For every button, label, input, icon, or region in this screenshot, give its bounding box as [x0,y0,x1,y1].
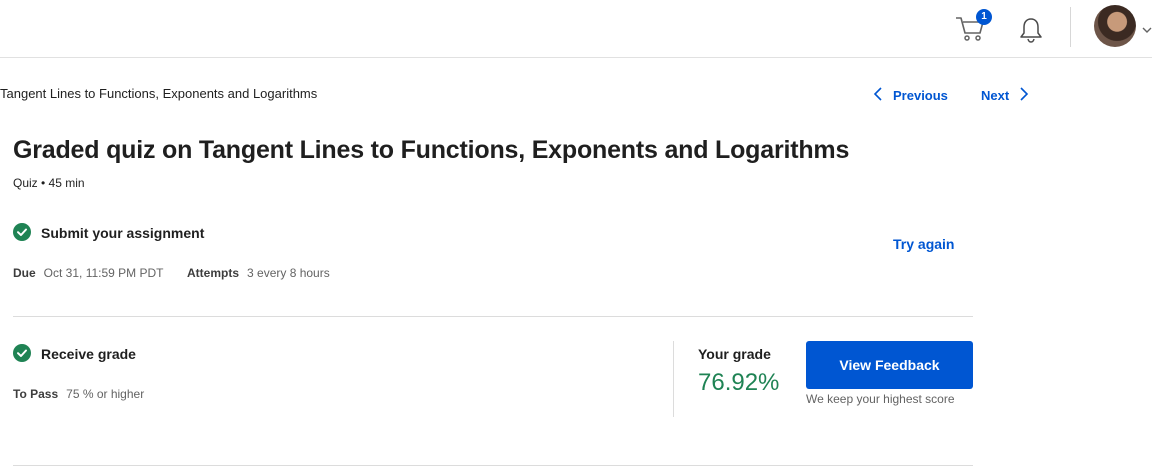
top-navigation-bar: 1 [0,0,1152,58]
attempts-info: Attempts 3 every 8 hours [187,266,330,280]
due-value: Oct 31, 11:59 PM PDT [43,266,164,280]
avatar[interactable] [1094,5,1136,47]
chevron-right-icon [1019,86,1029,105]
bell-icon[interactable] [1018,16,1044,44]
try-again-link[interactable]: Try again [893,236,954,252]
previous-label: Previous [893,88,948,103]
cart-count-badge: 1 [976,9,992,25]
attempts-value: 3 every 8 hours [247,266,330,280]
to-pass-label: To Pass [13,387,59,401]
page-title: Graded quiz on Tangent Lines to Function… [13,136,850,164]
next-button[interactable]: Next [981,86,1029,105]
next-label: Next [981,88,1010,103]
attempts-label: Attempts [187,266,240,280]
grade-value: 76.92% [698,369,780,396]
your-grade-label: Your grade [698,346,771,362]
grade-divider [673,341,674,417]
header-divider [1070,7,1071,47]
check-circle-icon [13,223,31,241]
receive-grade-heading: Receive grade [41,346,136,362]
previous-button[interactable]: Previous [873,86,948,105]
to-pass-info: To Pass 75 % or higher [13,387,144,401]
breadcrumb[interactable]: Tangent Lines to Functions, Exponents an… [0,86,317,101]
chevron-left-icon [873,86,883,105]
due-label: Due [13,266,36,280]
quiz-meta: Quiz • 45 min [13,176,85,190]
chevron-down-icon[interactable] [1142,22,1152,33]
view-feedback-button[interactable]: View Feedback [806,341,973,389]
to-pass-value: 75 % or higher [66,387,145,401]
highest-score-note: We keep your highest score [806,392,955,406]
submit-heading: Submit your assignment [41,225,205,241]
check-circle-icon [13,344,31,362]
due-info: Due Oct 31, 11:59 PM PDT [13,266,164,280]
section-divider [13,316,973,317]
